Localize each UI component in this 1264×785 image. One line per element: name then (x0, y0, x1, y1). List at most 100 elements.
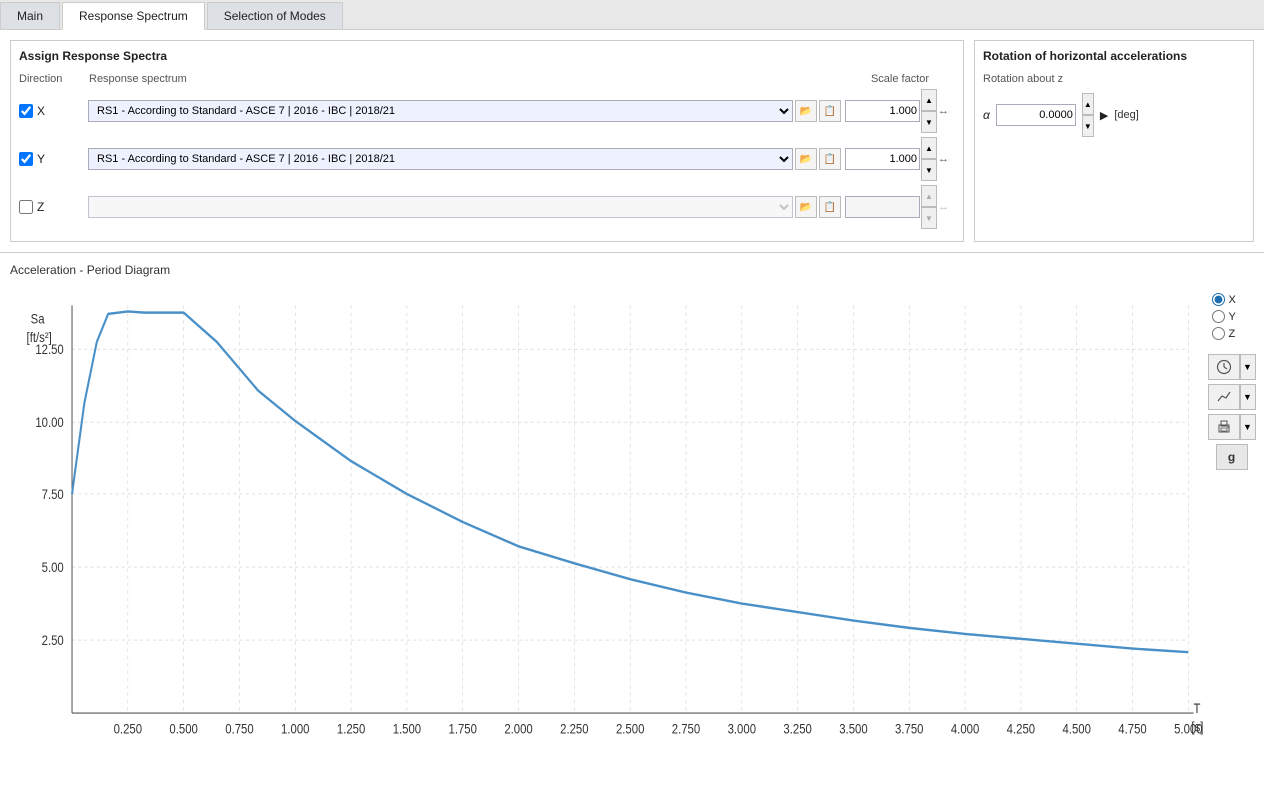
radio-z-row: Z (1212, 327, 1252, 340)
scale-input-x[interactable]: 1.000 (845, 100, 920, 122)
svg-text:4.250: 4.250 (1007, 722, 1036, 737)
rs-open-btn-x[interactable]: 📂 (795, 100, 817, 122)
clock-icon (1216, 359, 1232, 375)
clock-dropdown-btn[interactable]: ▼ (1240, 354, 1256, 380)
assign-panel-title: Assign Response Spectra (19, 49, 955, 63)
tab-response-spectrum[interactable]: Response Spectrum (62, 2, 205, 30)
scale-down-z: ▼ (921, 207, 937, 229)
assign-panel: Assign Response Spectra Direction Respon… (10, 40, 964, 242)
alpha-label: α (983, 108, 990, 122)
svg-text:4.500: 4.500 (1062, 722, 1091, 737)
rot-up[interactable]: ▲ (1082, 93, 1094, 115)
rs-copy-btn-x[interactable]: 📋 (819, 100, 841, 122)
checkbox-x[interactable] (19, 104, 33, 118)
svg-text:1.250: 1.250 (337, 722, 366, 737)
rs-open-btn-y[interactable]: 📂 (795, 148, 817, 170)
svg-text:[s]: [s] (1191, 719, 1203, 734)
dir-y-label: Y (19, 152, 84, 166)
rs-wrap-x: RS1 - According to Standard - ASCE 7 | 2… (88, 100, 841, 122)
chart-controls: X Y Z ▼ (1209, 263, 1254, 780)
svg-text:7.50: 7.50 (42, 487, 64, 502)
deg-label: [deg] (1114, 109, 1138, 121)
scale-input-z (845, 196, 920, 218)
col-header-rs: Response spectrum (89, 73, 845, 85)
svg-text:Sa: Sa (31, 312, 45, 327)
rotation-about-z: Rotation about z (983, 73, 1245, 85)
rotation-panel-title: Rotation of horizontal accelerations (983, 49, 1245, 63)
linechart-dropdown-btn[interactable]: ▼ (1240, 384, 1256, 410)
arrow-right-btn[interactable]: ▶ (1100, 109, 1108, 122)
radio-y-row: Y (1212, 310, 1252, 323)
svg-text:1.500: 1.500 (393, 722, 422, 737)
checkbox-y[interactable] (19, 152, 33, 166)
chart-container: .grid-line { stroke: #ccc; stroke-width:… (10, 281, 1209, 780)
rotation-input[interactable]: 0.0000 (996, 104, 1076, 126)
svg-text:1.000: 1.000 (281, 722, 310, 737)
tab-selection-modes[interactable]: Selection of Modes (207, 2, 343, 29)
direction-row-y: Y RS1 - According to Standard - ASCE 7 |… (19, 137, 955, 181)
rotation-panel: Rotation of horizontal accelerations Rot… (974, 40, 1254, 242)
radio-z[interactable] (1212, 327, 1225, 340)
svg-text:1.750: 1.750 (449, 722, 478, 737)
label-z: Z (37, 200, 44, 214)
scale-up-z: ▲ (921, 185, 937, 207)
svg-text:0.250: 0.250 (114, 722, 143, 737)
col-header-direction: Direction (19, 73, 89, 85)
rs-open-btn-z[interactable]: 📂 (795, 196, 817, 218)
scale-wrap-z: ▲ ▼ ↔ (845, 185, 955, 229)
svg-text:4.750: 4.750 (1118, 722, 1147, 737)
print-icon (1216, 419, 1232, 435)
rs-select-x[interactable]: RS1 - According to Standard - ASCE 7 | 2… (88, 100, 793, 122)
direction-row-x: X RS1 - According to Standard - ASCE 7 |… (19, 89, 955, 133)
svg-text:0.500: 0.500 (169, 722, 198, 737)
scale-up-x[interactable]: ▲ (921, 89, 937, 111)
rs-wrap-y: RS1 - According to Standard - ASCE 7 | 2… (88, 148, 841, 170)
label-y: Y (37, 152, 45, 166)
rs-copy-btn-z[interactable]: 📋 (819, 196, 841, 218)
svg-text:2.250: 2.250 (560, 722, 589, 737)
rs-copy-btn-y[interactable]: 📋 (819, 148, 841, 170)
clock-btn[interactable] (1208, 354, 1240, 380)
chart-area: Acceleration - Period Diagram .grid-line… (10, 263, 1209, 780)
direction-row-z: Z 📂 📋 ▲ ▼ ↔ (19, 185, 955, 229)
chart-svg: .grid-line { stroke: #ccc; stroke-width:… (10, 281, 1209, 780)
radio-x-row: X (1212, 293, 1252, 306)
col-header-scale: Scale factor (845, 73, 955, 85)
main-content: Assign Response Spectra Direction Respon… (0, 30, 1264, 785)
svg-text:10.00: 10.00 (35, 415, 64, 430)
svg-text:4.000: 4.000 (951, 722, 980, 737)
radio-x[interactable] (1212, 293, 1225, 306)
scale-wrap-x: 1.000 ▲ ▼ ↔ (845, 89, 955, 133)
tabs-bar: Main Response Spectrum Selection of Mode… (0, 0, 1264, 30)
scale-input-y[interactable]: 1.000 (845, 148, 920, 170)
arrow-z: ↔ (938, 201, 949, 213)
rs-wrap-z: 📂 📋 (88, 196, 841, 218)
rot-down[interactable]: ▼ (1082, 115, 1094, 137)
svg-text:3.250: 3.250 (783, 722, 812, 737)
label-x: X (37, 104, 45, 118)
svg-text:3.500: 3.500 (839, 722, 868, 737)
tab-main[interactable]: Main (0, 2, 60, 29)
rs-select-y[interactable]: RS1 - According to Standard - ASCE 7 | 2… (88, 148, 793, 170)
scale-up-y[interactable]: ▲ (921, 137, 937, 159)
svg-text:3.750: 3.750 (895, 722, 924, 737)
scale-down-y[interactable]: ▼ (921, 159, 937, 181)
linechart-icon (1216, 389, 1232, 405)
svg-text:5.00: 5.00 (42, 560, 64, 575)
linechart-btn[interactable] (1208, 384, 1240, 410)
direction-header: Direction Response spectrum Scale factor (19, 73, 955, 85)
print-btn[interactable] (1208, 414, 1240, 440)
print-dropdown-btn[interactable]: ▼ (1240, 414, 1256, 440)
svg-text:2.50: 2.50 (42, 633, 64, 648)
chart-title: Acceleration - Period Diagram (10, 263, 1209, 277)
rotation-row: α 0.0000 ▲ ▼ ▶ [deg] (983, 93, 1245, 137)
svg-text:2.750: 2.750 (672, 722, 701, 737)
radio-y[interactable] (1212, 310, 1225, 323)
g-button[interactable]: g (1216, 444, 1248, 470)
dir-x-label: X (19, 104, 84, 118)
arrow-x: ↔ (938, 105, 949, 117)
svg-text:0.750: 0.750 (225, 722, 254, 737)
checkbox-z[interactable] (19, 200, 33, 214)
top-panel: Assign Response Spectra Direction Respon… (0, 30, 1264, 253)
scale-down-x[interactable]: ▼ (921, 111, 937, 133)
